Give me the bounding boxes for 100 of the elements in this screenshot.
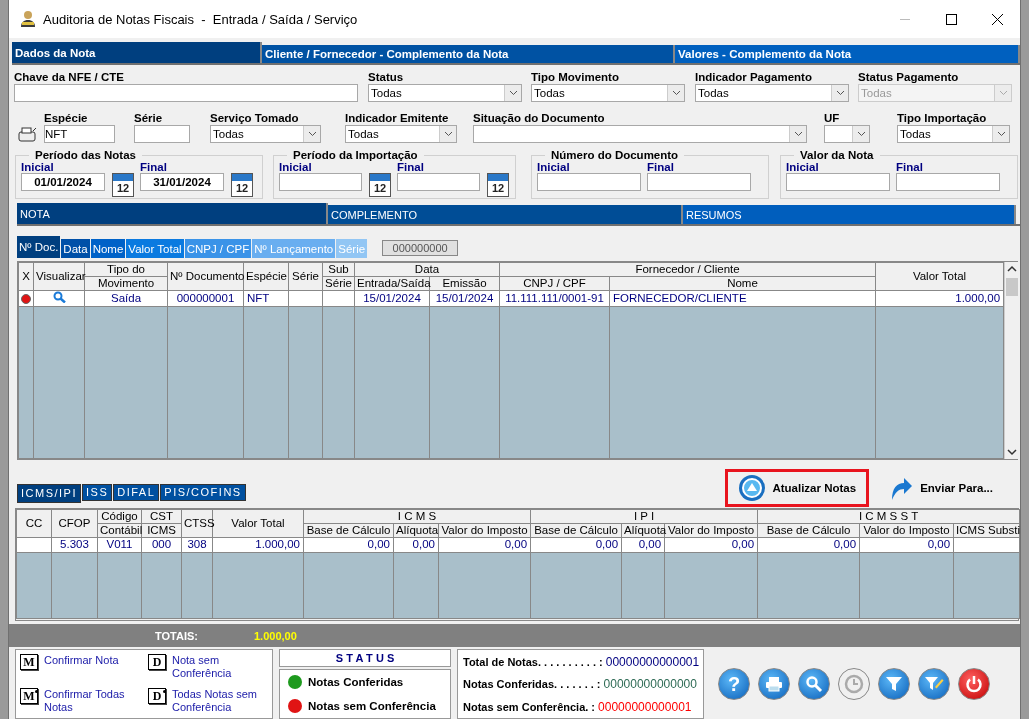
caret-icon[interactable] [996,131,1006,137]
tab[interactable]: ICMS/IPI [17,483,81,503]
column-header: Espécie [243,262,289,291]
group-title: Período das Notas [34,149,137,161]
group-title: Número do Documento [550,149,680,161]
power-button[interactable] [958,668,990,701]
input-field[interactable]: 01/01/2024 [21,173,105,191]
column-header: I C M S [303,509,531,524]
field-label: Indicador Pagamento [695,71,813,84]
input-field[interactable]: NFT [44,125,115,143]
sort-tab[interactable]: Nome [90,239,126,258]
column-header: CTSS [181,509,213,538]
search-button[interactable] [798,668,830,701]
dropdown[interactable]: Todas [210,125,321,143]
send-button[interactable]: Enviar Para... [875,468,1006,507]
column-header: Visualizar [33,262,85,291]
maximize-icon[interactable] [945,13,957,25]
caret-icon[interactable] [856,131,866,137]
filter-edit-button[interactable] [918,668,950,701]
legend-text: Nota sem Conferência [172,654,233,681]
input-field[interactable] [14,84,358,102]
field-label: Chave da NFE / CTE [14,71,125,84]
tab[interactable]: ISS [82,483,113,501]
input-field[interactable]: 31/01/2024 [140,173,224,191]
summary-value: 00000000000001 [605,654,700,669]
filter-icon [885,675,903,694]
dropdown[interactable]: Todas [345,125,457,143]
field-label: Indicador Emitente [345,112,450,125]
input-field[interactable] [537,173,641,191]
legend-text: Confirmar Todas Notas [44,688,126,715]
caret-icon[interactable] [835,90,845,96]
field-label: Série [134,112,164,125]
window-title: Auditoria de Notas Fiscais - Entrada / Saída / Serviço [43,11,358,27]
column-header: Série [288,262,323,291]
column-header: Valor Total [875,262,1004,291]
field-label: Serviço Tomado [210,112,300,125]
field-label: Final [647,161,675,173]
tab[interactable]: Valores - Complemento da Nota [675,45,1020,63]
field-label: Final [896,161,924,173]
caret-icon[interactable] [443,131,453,137]
input-field[interactable] [896,173,1000,191]
person-icon [19,10,37,28]
input-field[interactable] [647,173,751,191]
legend-text: Confirmar Nota [44,654,120,668]
tab[interactable]: DIFAL [113,483,160,501]
column-header: CST [141,509,182,524]
printer-icon[interactable] [18,125,38,143]
calendar-button[interactable]: 12 [112,173,134,197]
input-field[interactable] [786,173,890,191]
field-label: Status Pagamento [858,71,960,84]
field-label: Final [397,161,425,173]
dropdown[interactable]: Todas [695,84,849,102]
filter-button[interactable] [878,668,910,701]
summary-value: 00000000000000 [603,677,697,692]
column-header: Nº Documento [167,262,244,291]
tab[interactable]: NOTA [17,203,328,224]
calendar-button[interactable]: 12 [369,173,391,197]
tab[interactable]: PIS/COFINS [160,483,246,501]
field-label: Inicial [786,161,820,173]
column-header: CFOP [51,509,98,538]
input-field[interactable] [134,125,190,143]
key-label: D [148,688,166,705]
sort-tab[interactable]: Data [61,239,90,258]
dropdown[interactable]: Todas [368,84,522,102]
input-field[interactable] [397,173,480,191]
printer-icon [765,676,783,693]
column-header: I P I [530,509,758,524]
caret-icon[interactable] [671,90,681,96]
sort-tab[interactable]: Valor Total [126,239,184,258]
tab[interactable]: Dados da Nota [12,42,262,63]
group-title: Valor da Nota [799,149,875,161]
search-field[interactable]: 000000000 [382,240,459,256]
sort-tab[interactable]: Nº Doc. [17,236,61,258]
scroll-thumb[interactable] [1006,278,1019,296]
tab[interactable]: RESUMOS [683,205,1016,224]
field-label: Espécie [44,112,89,125]
caret-icon[interactable] [508,90,518,96]
column-header: I C M S S T [757,509,1020,524]
search-icon[interactable] [52,291,66,303]
input-field[interactable] [279,173,362,191]
field-label: Situação do Documento [473,112,606,125]
caret-icon[interactable] [793,131,803,137]
field-label: Inicial [537,161,571,173]
field-label: Tipo Movimento [531,71,620,84]
dropdown[interactable]: Todas [897,125,1010,143]
key-label: D [148,654,166,671]
summary-value: 00000000000001 [598,699,692,714]
key-label: M [20,688,38,705]
column-header: Sub [322,262,355,277]
calendar-button[interactable]: 12 [487,173,509,197]
tab[interactable]: Cliente / Fornecedor - Complemento da Nota [262,45,675,63]
print-button[interactable] [758,668,790,701]
close-icon[interactable] [991,13,1003,25]
calendar-button[interactable]: 12 [231,173,253,197]
totals-label: TOTAIS: [155,629,198,642]
refresh-button[interactable]: Atualizar Notas [725,468,870,507]
dropdown[interactable]: Todas [531,84,685,102]
caret-icon[interactable] [307,131,317,137]
scrollbar[interactable] [1004,262,1020,460]
tab[interactable]: COMPLEMENTO [328,205,683,224]
